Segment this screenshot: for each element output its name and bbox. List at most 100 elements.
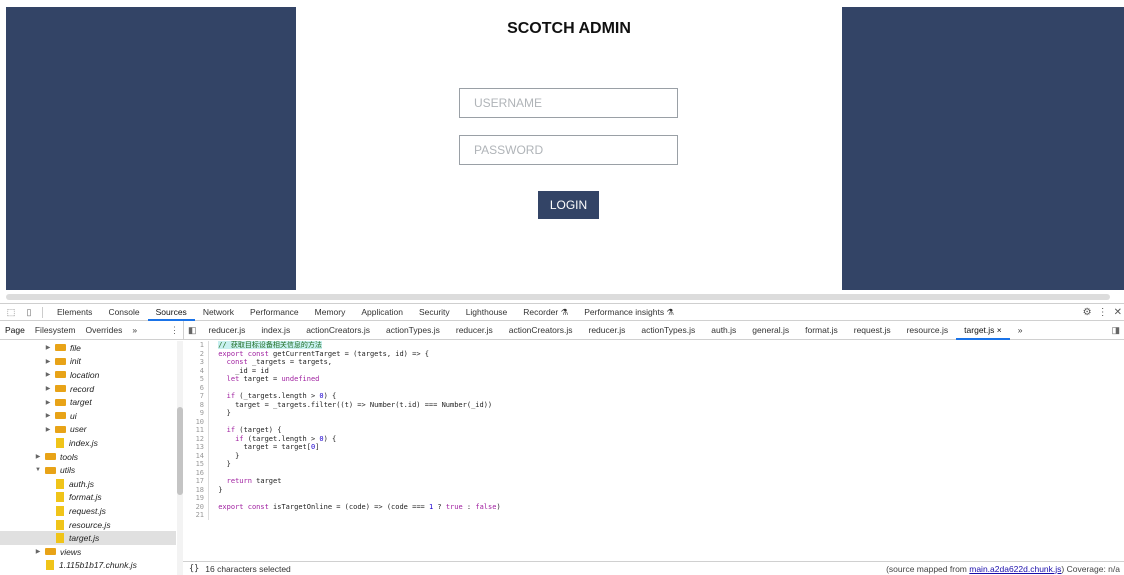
- line-number[interactable]: 20: [183, 503, 208, 512]
- devtools-tab[interactable]: Sources: [147, 304, 195, 321]
- file-tab[interactable]: resource.js: [899, 321, 957, 340]
- tree-item[interactable]: ▶ target: [0, 395, 176, 409]
- tree-item[interactable]: target.js: [0, 531, 176, 545]
- code-editor[interactable]: 1 // 获取目标设备相关信息的方法 2 export const getCurr…: [183, 341, 1124, 561]
- line-number[interactable]: 18: [183, 486, 208, 495]
- devtools-tab[interactable]: Performance: [242, 304, 307, 321]
- devtools-tab[interactable]: Elements: [49, 304, 100, 321]
- collapsed-arrow-icon[interactable]: ▶: [34, 453, 42, 460]
- code-text: if (target) {: [226, 426, 282, 434]
- tree-item[interactable]: index.js: [0, 436, 176, 450]
- file-tab[interactable]: auth.js: [703, 321, 744, 340]
- devtools-tab[interactable]: Performance insights ⚗: [576, 304, 682, 321]
- inspect-element-icon[interactable]: ⬚: [4, 305, 18, 319]
- line-number[interactable]: 5: [183, 375, 208, 384]
- toggle-navigator-icon[interactable]: ◧: [184, 325, 201, 336]
- folder-icon: [55, 385, 66, 393]
- navigator-menu-icon[interactable]: ⋮: [170, 325, 183, 336]
- file-icon: [46, 560, 54, 571]
- file-tab[interactable]: actionTypes.js: [378, 321, 448, 340]
- collapsed-arrow-icon[interactable]: ▶: [44, 412, 52, 419]
- collapsed-arrow-icon[interactable]: ▶: [44, 426, 52, 433]
- tree-item[interactable]: ▶ file: [0, 341, 176, 355]
- login-button[interactable]: LOGIN: [538, 191, 599, 219]
- devtools-tab[interactable]: Recorder ⚗: [515, 304, 576, 321]
- tree-item[interactable]: ▶ record: [0, 382, 176, 396]
- line-number[interactable]: 17: [183, 477, 208, 486]
- tree-item[interactable]: ▶ ui: [0, 409, 176, 423]
- tree-item[interactable]: ▶ user: [0, 423, 176, 437]
- line-number[interactable]: 12: [183, 435, 208, 444]
- line-number[interactable]: 4: [183, 367, 208, 376]
- collapsed-arrow-icon[interactable]: ▶: [44, 399, 52, 406]
- collapsed-arrow-icon[interactable]: ▶: [44, 358, 52, 365]
- line-number[interactable]: 15: [183, 460, 208, 469]
- horizontal-scrollbar[interactable]: [6, 294, 1110, 300]
- collapsed-arrow-icon[interactable]: ▶: [44, 344, 52, 351]
- tree-item[interactable]: ▶ tools: [0, 450, 176, 464]
- line-number[interactable]: 2: [183, 350, 208, 359]
- close-devtools-icon[interactable]: ✕: [1114, 307, 1122, 318]
- tree-item[interactable]: 1.115b1b17.chunk.js: [0, 559, 176, 573]
- devtools-tab[interactable]: Lighthouse: [458, 304, 516, 321]
- settings-gear-icon[interactable]: ⚙: [1083, 307, 1092, 318]
- tree-item[interactable]: ▶ init: [0, 355, 176, 369]
- device-toggle-icon[interactable]: ▯: [22, 305, 36, 319]
- tree-item[interactable]: auth.js: [0, 477, 176, 491]
- file-tab[interactable]: actionCreators.js: [501, 321, 581, 340]
- file-tab[interactable]: target.js ×: [956, 321, 1010, 340]
- file-tab[interactable]: index.js: [253, 321, 298, 340]
- navigator-tab[interactable]: Page: [0, 325, 30, 335]
- file-tab[interactable]: reducer.js: [448, 321, 501, 340]
- collapsed-arrow-icon[interactable]: ▶: [44, 385, 52, 392]
- tree-item[interactable]: ▼ utils: [0, 463, 176, 477]
- file-tab[interactable]: actionCreators.js: [298, 321, 378, 340]
- tree-item[interactable]: format.js: [0, 491, 176, 505]
- navigator-tab[interactable]: »: [127, 325, 142, 335]
- devtools-tab[interactable]: Security: [411, 304, 458, 321]
- more-options-icon[interactable]: ⋮: [1098, 307, 1108, 318]
- line-number[interactable]: 11: [183, 426, 208, 435]
- tree-item[interactable]: resource.js: [0, 518, 176, 532]
- file-tab[interactable]: »: [1010, 321, 1031, 340]
- pretty-print-icon[interactable]: {}: [183, 564, 205, 574]
- expanded-arrow-icon[interactable]: ▼: [34, 467, 42, 473]
- line-number[interactable]: 7: [183, 392, 208, 401]
- file-tab[interactable]: request.js: [846, 321, 899, 340]
- code-line: 11 if (target) {: [183, 426, 1124, 435]
- line-number[interactable]: 13: [183, 443, 208, 452]
- tree-item-label: utils: [60, 465, 76, 476]
- file-tab[interactable]: reducer.js: [581, 321, 634, 340]
- file-tab[interactable]: format.js: [797, 321, 846, 340]
- line-number[interactable]: 3: [183, 358, 208, 367]
- file-tab[interactable]: reducer.js: [201, 321, 254, 340]
- folder-icon: [55, 412, 66, 420]
- editor-status-bar: {} 16 characters selected (source mapped…: [183, 561, 1124, 575]
- devtools-tab[interactable]: Application: [353, 304, 411, 321]
- navigator-tab[interactable]: Overrides: [80, 325, 127, 335]
- line-number[interactable]: 9: [183, 409, 208, 418]
- username-input[interactable]: [459, 88, 678, 118]
- line-number[interactable]: 6: [183, 384, 208, 393]
- collapsed-arrow-icon[interactable]: ▶: [44, 371, 52, 378]
- toggle-debugger-icon[interactable]: ◨: [1111, 325, 1124, 336]
- password-input[interactable]: [459, 135, 678, 165]
- line-number[interactable]: 1: [183, 341, 208, 350]
- line-number[interactable]: 14: [183, 452, 208, 461]
- line-number[interactable]: 10: [183, 418, 208, 427]
- tree-item[interactable]: ▶ location: [0, 368, 176, 382]
- line-number[interactable]: 16: [183, 469, 208, 478]
- collapsed-arrow-icon[interactable]: ▶: [34, 548, 42, 555]
- file-tab[interactable]: actionTypes.js: [633, 321, 703, 340]
- line-number[interactable]: 19: [183, 494, 208, 503]
- file-tab[interactable]: general.js: [744, 321, 797, 340]
- source-map-link[interactable]: main.a2da622d.chunk.js: [969, 564, 1061, 574]
- line-number[interactable]: 8: [183, 401, 208, 410]
- devtools-tab[interactable]: Network: [195, 304, 242, 321]
- devtools-tab[interactable]: Console: [100, 304, 147, 321]
- tree-item[interactable]: ▶ views: [0, 545, 176, 559]
- tree-item[interactable]: request.js: [0, 504, 176, 518]
- line-number[interactable]: 21: [183, 511, 208, 520]
- navigator-tab[interactable]: Filesystem: [30, 325, 81, 335]
- devtools-tab[interactable]: Memory: [307, 304, 354, 321]
